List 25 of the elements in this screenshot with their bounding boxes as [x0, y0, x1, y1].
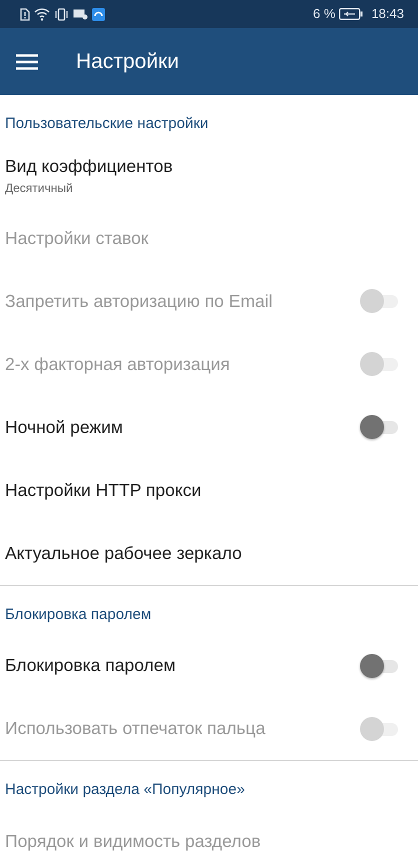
setting-title: Актуальное рабочее зеркало [5, 542, 242, 565]
vibrate-icon [54, 8, 69, 20]
toggle-switch[interactable] [360, 415, 398, 439]
app-icon [92, 8, 105, 20]
page-title: Настройки [76, 48, 179, 74]
section-header: Блокировка паролем [4, 604, 152, 624]
battery-icon [339, 8, 364, 20]
wifi-icon [34, 8, 50, 20]
setting-title: Использовать отпечаток пальца [5, 717, 266, 740]
battery-percent: 6 % [313, 5, 336, 24]
setting-title: 2-х факторная авторизация [5, 352, 230, 376]
setting-title: Порядок и видимость разделов [5, 830, 261, 853]
setting-title: Настройки ставок [5, 226, 148, 250]
section-header: Настройки раздела «Популярное» [4, 780, 246, 800]
setting-title: Блокировка паролем [5, 654, 176, 678]
section-header: Пользовательские настройки [4, 114, 210, 134]
setting-title: Вид коэффициентов [5, 154, 173, 178]
menu-icon[interactable] [16, 54, 38, 70]
setting-title: Настройки HTTP прокси [5, 478, 202, 502]
sim-icon [20, 8, 30, 20]
setting-value: Десятичный [5, 180, 74, 198]
setting-title: Запретить авторизацию по Email [5, 290, 273, 313]
toggle-switch[interactable] [360, 654, 398, 678]
setting-title: Ночной режим [5, 416, 123, 439]
clock: 18:43 [371, 5, 404, 24]
